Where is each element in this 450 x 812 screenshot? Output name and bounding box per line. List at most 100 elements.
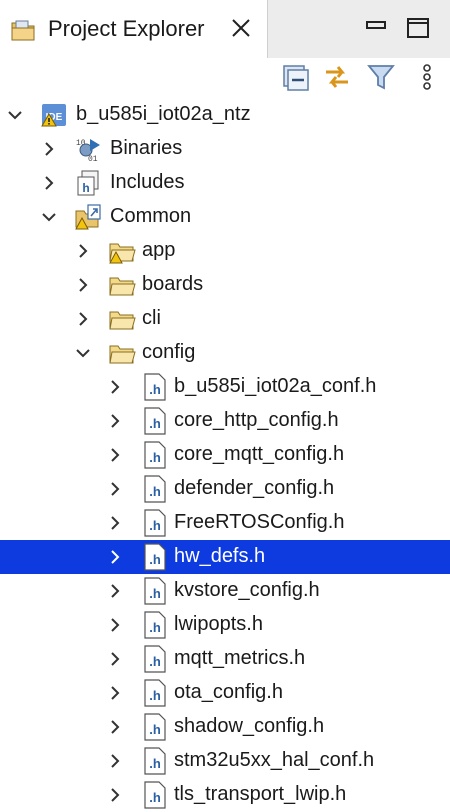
folder-icon <box>109 311 136 330</box>
project-explorer-icon <box>11 20 35 41</box>
tree-item-label: shadow_config.h <box>174 715 325 737</box>
tree-item-file[interactable]: .h core_mqtt_config.h <box>0 438 450 472</box>
tree-item-boards[interactable]: boards <box>0 268 450 302</box>
view-menu-icon[interactable] <box>410 60 444 94</box>
svg-text:.h: .h <box>149 654 161 669</box>
chevron-right-icon[interactable] <box>106 412 124 430</box>
chevron-right-icon[interactable] <box>106 446 124 464</box>
header-file-icon: .h <box>144 577 166 605</box>
svg-text:.h: .h <box>149 382 161 397</box>
tree-item-file[interactable]: .h core_http_config.h <box>0 404 450 438</box>
svg-text:.h: .h <box>149 484 161 499</box>
collapse-all-icon[interactable] <box>278 60 312 94</box>
chevron-right-icon[interactable] <box>106 480 124 498</box>
maximize-icon[interactable] <box>404 14 432 42</box>
svg-text:.h: .h <box>149 790 161 805</box>
folder-warning-icon <box>109 243 136 264</box>
chevron-right-icon[interactable] <box>106 752 124 770</box>
tree-item-includes[interactable]: h Includes <box>0 166 450 200</box>
chevron-right-icon[interactable] <box>40 174 58 192</box>
header-file-icon: .h <box>144 373 166 401</box>
chevron-right-icon[interactable] <box>106 582 124 600</box>
tree-item-file[interactable]: .h shadow_config.h <box>0 710 450 744</box>
tree-item-label: b_u585i_iot02a_conf.h <box>174 375 377 397</box>
tree-item-label: tls_transport_lwip.h <box>174 783 347 805</box>
tree-item-label: hw_defs.h <box>174 545 266 567</box>
svg-text:.h: .h <box>149 756 161 771</box>
header-file-icon: .h <box>144 713 166 741</box>
svg-text:.h: .h <box>149 722 161 737</box>
tree-item-common[interactable]: Common <box>0 200 450 234</box>
tree-item-config[interactable]: config <box>0 336 450 370</box>
svg-text:.h: .h <box>149 688 161 703</box>
view-tab-bar: Project Explorer <box>0 0 450 59</box>
chevron-right-icon[interactable] <box>106 786 124 804</box>
header-file-icon: .h <box>144 679 166 707</box>
view-toolbar <box>0 58 450 98</box>
tree-item-label: mqtt_metrics.h <box>174 647 306 669</box>
header-file-icon: .h <box>144 611 166 639</box>
tree-item-label: core_http_config.h <box>174 409 339 431</box>
tree-item-label: Binaries <box>110 137 183 159</box>
chevron-right-icon[interactable] <box>74 242 92 260</box>
folder-open-icon <box>109 345 136 364</box>
header-file-icon: .h <box>144 781 166 809</box>
chevron-right-icon[interactable] <box>106 548 124 566</box>
tree-item-file[interactable]: .h lwipopts.h <box>0 608 450 642</box>
minimize-icon[interactable] <box>362 14 390 42</box>
close-icon[interactable] <box>230 17 252 39</box>
header-file-icon: .h <box>144 543 166 571</box>
svg-text:01: 01 <box>88 155 98 163</box>
tree-item-label: defender_config.h <box>174 477 335 499</box>
chevron-right-icon[interactable] <box>106 684 124 702</box>
svg-text:.h: .h <box>149 518 161 533</box>
svg-text:.h: .h <box>149 552 161 567</box>
tree-item-label: kvstore_config.h <box>174 579 320 601</box>
chevron-right-icon[interactable] <box>74 310 92 328</box>
chevron-down-icon[interactable] <box>6 106 24 124</box>
chevron-right-icon[interactable] <box>40 140 58 158</box>
tree-item-file[interactable]: .h mqtt_metrics.h <box>0 642 450 676</box>
tree-item-binaries[interactable]: 10 01 Binaries <box>0 132 450 166</box>
tree-item-label: FreeRTOSConfig.h <box>174 511 345 533</box>
tree-item-label: boards <box>142 273 204 295</box>
chevron-down-icon[interactable] <box>40 208 58 226</box>
tree-item-file-selected[interactable]: .h hw_defs.h <box>0 540 450 574</box>
project-explorer-tab[interactable]: Project Explorer <box>0 0 268 58</box>
tree-item-file[interactable]: .h stm32u5xx_hal_conf.h <box>0 744 450 778</box>
svg-text:.h: .h <box>149 586 161 601</box>
tree-item-project[interactable]: IDE b_u585i_iot02a_ntz <box>0 98 450 132</box>
tree-item-file[interactable]: .h defender_config.h <box>0 472 450 506</box>
tree-item-label: Includes <box>110 171 185 193</box>
tree-item-label: Common <box>110 205 192 227</box>
panel-title: Project Explorer <box>48 16 205 41</box>
includes-icon: h <box>77 170 99 196</box>
chevron-right-icon[interactable] <box>106 718 124 736</box>
binaries-icon: 10 01 <box>76 139 100 163</box>
tree-item-file[interactable]: .h FreeRTOSConfig.h <box>0 506 450 540</box>
header-file-icon: .h <box>144 747 166 775</box>
tree-item-cli[interactable]: cli <box>0 302 450 336</box>
link-with-editor-icon[interactable] <box>320 60 354 94</box>
chevron-right-icon[interactable] <box>106 616 124 634</box>
chevron-right-icon[interactable] <box>106 514 124 532</box>
svg-text:.h: .h <box>149 620 161 635</box>
tree-item-file[interactable]: .h kvstore_config.h <box>0 574 450 608</box>
chevron-right-icon[interactable] <box>106 378 124 396</box>
filter-icon[interactable] <box>364 60 398 94</box>
chevron-down-icon[interactable] <box>74 344 92 362</box>
chevron-right-icon[interactable] <box>106 650 124 668</box>
linked-folder-warning-icon <box>75 204 101 230</box>
tree-item-label: lwipopts.h <box>174 613 263 635</box>
ide-project-icon: IDE <box>41 104 66 127</box>
tree-item-file[interactable]: .h b_u585i_iot02a_conf.h <box>0 370 450 404</box>
chevron-right-icon[interactable] <box>74 276 92 294</box>
tree-item-app[interactable]: app <box>0 234 450 268</box>
svg-text:h: h <box>82 181 89 195</box>
tree-item-label: app <box>142 239 176 261</box>
svg-text:.h: .h <box>149 450 161 465</box>
header-file-icon: .h <box>144 441 166 469</box>
tree-item-file[interactable]: .h ota_config.h <box>0 676 450 710</box>
tree-item-label: ota_config.h <box>174 681 283 703</box>
tree-item-file[interactable]: .h tls_transport_lwip.h <box>0 778 450 812</box>
